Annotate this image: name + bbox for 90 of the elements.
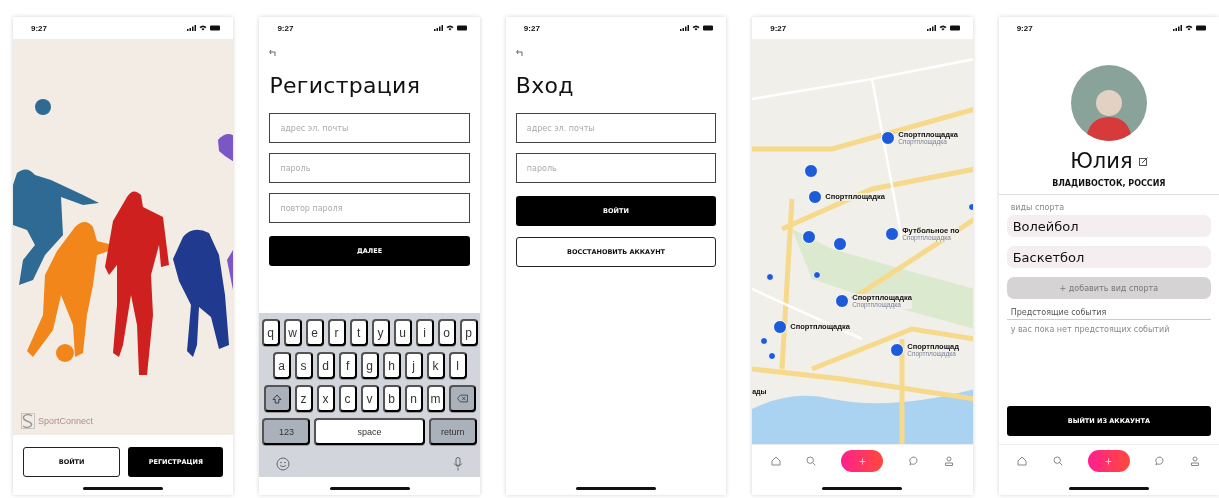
wifi-icon xyxy=(199,25,208,31)
page-title: Вход xyxy=(515,73,575,98)
signal-icon xyxy=(1173,25,1183,31)
status-time: 9:27 xyxy=(523,23,540,33)
chat-icon[interactable] xyxy=(908,456,919,466)
back-arrow-icon[interactable] xyxy=(269,49,278,57)
map-dot xyxy=(766,273,775,281)
status-time: 9:27 xyxy=(31,23,47,33)
key[interactable]: e xyxy=(305,319,324,346)
key[interactable]: w xyxy=(283,319,302,346)
backspace-icon xyxy=(456,394,468,403)
battery-icon xyxy=(456,25,468,31)
key[interactable]: o xyxy=(437,319,456,346)
plus-icon xyxy=(1105,457,1113,465)
return-key[interactable]: return xyxy=(428,418,477,445)
profile-icon[interactable] xyxy=(944,456,954,466)
battery-icon xyxy=(1196,25,1208,31)
status-time: 9:27 xyxy=(277,23,294,33)
chat-icon[interactable] xyxy=(1155,456,1166,466)
key[interactable]: i xyxy=(415,319,434,346)
battery-icon xyxy=(949,25,961,31)
profile-icon[interactable] xyxy=(1190,456,1201,466)
battery-icon xyxy=(703,25,715,31)
user-name: Юлия xyxy=(1070,149,1133,173)
user-location: ВЛАДИВОСТОК, РОССИЯ xyxy=(1051,179,1167,188)
key[interactable]: l xyxy=(448,352,467,379)
key[interactable]: z xyxy=(294,385,313,412)
key[interactable]: f xyxy=(338,352,357,379)
signal-icon xyxy=(433,25,443,31)
key[interactable]: q xyxy=(261,319,280,346)
sport-chip: Волейбол xyxy=(1006,215,1212,237)
key[interactable]: k xyxy=(426,352,445,379)
shift-icon xyxy=(272,393,283,404)
wifi-icon xyxy=(692,25,701,31)
key[interactable]: c xyxy=(338,385,357,412)
signal-icon xyxy=(926,25,936,31)
key[interactable]: h xyxy=(382,352,401,379)
input-field[interactable]: адрес эл. почты xyxy=(515,113,717,143)
add-button[interactable] xyxy=(1087,450,1130,472)
shift-key[interactable] xyxy=(263,385,291,412)
key[interactable]: x xyxy=(316,385,335,412)
sport-chip: Баскетбол xyxy=(1006,246,1212,268)
wifi-icon xyxy=(938,25,947,31)
empty-message: у вас пока нет предстоящих событий xyxy=(1009,324,1171,336)
microphone-icon[interactable] xyxy=(452,457,463,471)
key[interactable]: n xyxy=(404,385,423,412)
input-field[interactable]: пароль xyxy=(269,153,470,183)
map-dot xyxy=(768,352,777,360)
key[interactable]: r xyxy=(327,319,346,346)
key[interactable]: j xyxy=(404,352,423,379)
signal-icon xyxy=(187,25,197,31)
add-button[interactable] xyxy=(841,450,884,472)
key[interactable]: s xyxy=(294,352,313,379)
key[interactable]: m xyxy=(426,385,445,412)
key[interactable]: 123 xyxy=(262,418,311,445)
back-arrow-icon[interactable] xyxy=(515,49,524,57)
wifi-icon xyxy=(1185,25,1194,31)
wifi-icon xyxy=(445,25,454,31)
key[interactable]: a xyxy=(272,352,291,379)
battery-icon xyxy=(210,25,222,31)
key[interactable]: v xyxy=(360,385,379,412)
home-icon[interactable] xyxy=(770,456,781,466)
key[interactable]: t xyxy=(349,319,368,346)
input-field[interactable]: адрес эл. почты xyxy=(269,113,470,143)
emoji-icon[interactable] xyxy=(276,457,291,471)
home-icon[interactable] xyxy=(1017,456,1028,466)
key[interactable]: y xyxy=(371,319,390,346)
key[interactable]: b xyxy=(382,385,401,412)
backspace-key[interactable] xyxy=(448,385,476,412)
logo-text: SportConnect xyxy=(38,416,94,426)
map-dot xyxy=(813,271,822,279)
map-dot xyxy=(760,337,769,345)
section-title: Предстоящие события xyxy=(1006,305,1212,320)
edit-icon[interactable] xyxy=(1138,156,1148,166)
signal-icon xyxy=(680,25,690,31)
section-label: виды спорта xyxy=(1010,203,1066,212)
key[interactable]: g xyxy=(360,352,379,379)
search-icon[interactable] xyxy=(806,456,817,466)
plus-icon xyxy=(858,457,866,465)
status-time: 9:27 xyxy=(770,23,787,33)
input-field[interactable]: повтор пароля xyxy=(269,193,470,223)
logo-icon xyxy=(21,413,35,429)
input-field[interactable]: пароль xyxy=(515,153,717,183)
space-key[interactable]: space xyxy=(314,418,425,445)
key[interactable]: u xyxy=(393,319,412,346)
search-icon[interactable] xyxy=(1052,456,1063,466)
page-title: Регистрация xyxy=(269,73,422,98)
status-time: 9:27 xyxy=(1016,23,1033,33)
key[interactable]: p xyxy=(459,319,478,346)
key[interactable]: d xyxy=(316,352,335,379)
